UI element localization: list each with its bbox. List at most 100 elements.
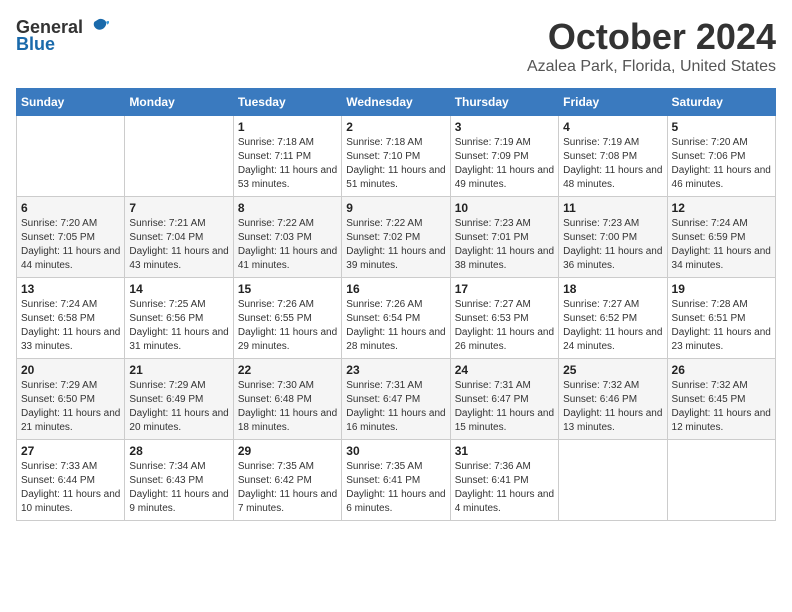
- day-info: Sunrise: 7:32 AMSunset: 6:45 PMDaylight:…: [672, 379, 771, 435]
- calendar-week: 6 Sunrise: 7:20 AMSunset: 7:05 PMDaylight…: [17, 197, 776, 278]
- calendar-cell: 18 Sunrise: 7:27 AMSunset: 6:52 PMDayligh…: [559, 278, 667, 359]
- day-info: Sunrise: 7:35 AMSunset: 6:41 PMDaylight:…: [346, 460, 445, 516]
- day-number: 26: [672, 363, 771, 377]
- day-info: Sunrise: 7:19 AMSunset: 7:08 PMDaylight:…: [563, 136, 662, 192]
- day-number: 14: [129, 282, 228, 296]
- day-info: Sunrise: 7:20 AMSunset: 7:05 PMDaylight:…: [21, 217, 120, 273]
- day-info: Sunrise: 7:27 AMSunset: 6:52 PMDaylight:…: [563, 298, 662, 354]
- day-number: 23: [346, 363, 445, 377]
- calendar-cell: 7 Sunrise: 7:21 AMSunset: 7:04 PMDaylight…: [125, 197, 233, 278]
- day-number: 10: [455, 201, 554, 215]
- day-info: Sunrise: 7:31 AMSunset: 6:47 PMDaylight:…: [455, 379, 554, 435]
- calendar-cell: 31 Sunrise: 7:36 AMSunset: 6:41 PMDayligh…: [450, 440, 558, 521]
- day-number: 31: [455, 444, 554, 458]
- day-info: Sunrise: 7:26 AMSunset: 6:54 PMDaylight:…: [346, 298, 445, 354]
- calendar: SundayMondayTuesdayWednesdayThursdayFrid…: [16, 88, 776, 521]
- calendar-cell: [17, 116, 125, 197]
- calendar-week: 27Sunrise: 7:33 AMSunset: 6:44 PMDayligh…: [17, 440, 776, 521]
- header-day: Friday: [559, 89, 667, 116]
- calendar-cell: 15 Sunrise: 7:26 AMSunset: 6:55 PMDayligh…: [233, 278, 341, 359]
- calendar-cell: 23 Sunrise: 7:31 AMSunset: 6:47 PMDayligh…: [342, 359, 450, 440]
- header-row: SundayMondayTuesdayWednesdayThursdayFrid…: [17, 89, 776, 116]
- calendar-cell: 10 Sunrise: 7:23 AMSunset: 7:01 PMDayligh…: [450, 197, 558, 278]
- day-info: Sunrise: 7:26 AMSunset: 6:55 PMDaylight:…: [238, 298, 337, 354]
- calendar-cell: 11 Sunrise: 7:23 AMSunset: 7:00 PMDayligh…: [559, 197, 667, 278]
- calendar-cell: 19 Sunrise: 7:28 AMSunset: 6:51 PMDayligh…: [667, 278, 775, 359]
- calendar-cell: 24Sunrise: 7:31 AMSunset: 6:47 PMDayligh…: [450, 359, 558, 440]
- calendar-cell: 4Sunrise: 7:19 AMSunset: 7:08 PMDaylight…: [559, 116, 667, 197]
- day-number: 5: [672, 120, 771, 134]
- calendar-cell: [559, 440, 667, 521]
- day-number: 7: [129, 201, 228, 215]
- calendar-cell: 28Sunrise: 7:34 AMSunset: 6:43 PMDayligh…: [125, 440, 233, 521]
- calendar-cell: 16 Sunrise: 7:26 AMSunset: 6:54 PMDayligh…: [342, 278, 450, 359]
- calendar-cell: 17 Sunrise: 7:27 AMSunset: 6:53 PMDayligh…: [450, 278, 558, 359]
- day-info: Sunrise: 7:24 AMSunset: 6:59 PMDaylight:…: [672, 217, 771, 273]
- day-info: Sunrise: 7:29 AMSunset: 6:49 PMDaylight:…: [129, 379, 228, 435]
- day-number: 21: [129, 363, 228, 377]
- calendar-cell: 6 Sunrise: 7:20 AMSunset: 7:05 PMDaylight…: [17, 197, 125, 278]
- day-info: Sunrise: 7:23 AMSunset: 7:01 PMDaylight:…: [455, 217, 554, 273]
- day-number: 2: [346, 120, 445, 134]
- calendar-body: 1 Sunrise: 7:18 AMSunset: 7:11 PMDaylight…: [17, 116, 776, 521]
- calendar-cell: 27Sunrise: 7:33 AMSunset: 6:44 PMDayligh…: [17, 440, 125, 521]
- day-number: 29: [238, 444, 337, 458]
- page-header: General Blue October 2024 Azalea Park, F…: [16, 16, 776, 76]
- day-number: 27: [21, 444, 120, 458]
- calendar-header: SundayMondayTuesdayWednesdayThursdayFrid…: [17, 89, 776, 116]
- day-number: 13: [21, 282, 120, 296]
- calendar-cell: 25 Sunrise: 7:32 AMSunset: 6:46 PMDayligh…: [559, 359, 667, 440]
- header-day: Tuesday: [233, 89, 341, 116]
- day-number: 25: [563, 363, 662, 377]
- calendar-cell: 20Sunrise: 7:29 AMSunset: 6:50 PMDayligh…: [17, 359, 125, 440]
- day-info: Sunrise: 7:36 AMSunset: 6:41 PMDaylight:…: [455, 460, 554, 516]
- calendar-cell: 22 Sunrise: 7:30 AMSunset: 6:48 PMDayligh…: [233, 359, 341, 440]
- calendar-week: 20Sunrise: 7:29 AMSunset: 6:50 PMDayligh…: [17, 359, 776, 440]
- logo-bird-icon: [87, 16, 109, 38]
- day-info: Sunrise: 7:29 AMSunset: 6:50 PMDaylight:…: [21, 379, 120, 435]
- day-number: 1: [238, 120, 337, 134]
- day-number: 11: [563, 201, 662, 215]
- day-info: Sunrise: 7:23 AMSunset: 7:00 PMDaylight:…: [563, 217, 662, 273]
- day-info: Sunrise: 7:22 AMSunset: 7:02 PMDaylight:…: [346, 217, 445, 273]
- calendar-cell: 26 Sunrise: 7:32 AMSunset: 6:45 PMDayligh…: [667, 359, 775, 440]
- day-number: 17: [455, 282, 554, 296]
- calendar-cell: 2Sunrise: 7:18 AMSunset: 7:10 PMDaylight…: [342, 116, 450, 197]
- day-info: Sunrise: 7:28 AMSunset: 6:51 PMDaylight:…: [672, 298, 771, 354]
- day-info: Sunrise: 7:35 AMSunset: 6:42 PMDaylight:…: [238, 460, 337, 516]
- day-number: 6: [21, 201, 120, 215]
- location: Azalea Park, Florida, United States: [527, 58, 776, 76]
- header-day: Wednesday: [342, 89, 450, 116]
- day-number: 12: [672, 201, 771, 215]
- day-number: 8: [238, 201, 337, 215]
- day-number: 16: [346, 282, 445, 296]
- calendar-cell: 12 Sunrise: 7:24 AMSunset: 6:59 PMDayligh…: [667, 197, 775, 278]
- day-info: Sunrise: 7:19 AMSunset: 7:09 PMDaylight:…: [455, 136, 554, 192]
- day-number: 18: [563, 282, 662, 296]
- calendar-cell: 3 Sunrise: 7:19 AMSunset: 7:09 PMDaylight…: [450, 116, 558, 197]
- day-info: Sunrise: 7:21 AMSunset: 7:04 PMDaylight:…: [129, 217, 228, 273]
- calendar-week: 1 Sunrise: 7:18 AMSunset: 7:11 PMDaylight…: [17, 116, 776, 197]
- day-info: Sunrise: 7:30 AMSunset: 6:48 PMDaylight:…: [238, 379, 337, 435]
- calendar-cell: [125, 116, 233, 197]
- header-day: Thursday: [450, 89, 558, 116]
- month-title: October 2024: [527, 16, 776, 58]
- logo-blue-text: Blue: [16, 34, 55, 55]
- calendar-cell: 29 Sunrise: 7:35 AMSunset: 6:42 PMDayligh…: [233, 440, 341, 521]
- day-number: 30: [346, 444, 445, 458]
- title-section: October 2024 Azalea Park, Florida, Unite…: [527, 16, 776, 76]
- calendar-cell: 5Sunrise: 7:20 AMSunset: 7:06 PMDaylight…: [667, 116, 775, 197]
- header-day: Sunday: [17, 89, 125, 116]
- calendar-cell: 14 Sunrise: 7:25 AMSunset: 6:56 PMDayligh…: [125, 278, 233, 359]
- day-info: Sunrise: 7:18 AMSunset: 7:11 PMDaylight:…: [238, 136, 337, 192]
- day-number: 15: [238, 282, 337, 296]
- calendar-cell: 9Sunrise: 7:22 AMSunset: 7:02 PMDaylight…: [342, 197, 450, 278]
- day-number: 22: [238, 363, 337, 377]
- day-number: 3: [455, 120, 554, 134]
- day-info: Sunrise: 7:32 AMSunset: 6:46 PMDaylight:…: [563, 379, 662, 435]
- day-info: Sunrise: 7:31 AMSunset: 6:47 PMDaylight:…: [346, 379, 445, 435]
- day-info: Sunrise: 7:27 AMSunset: 6:53 PMDaylight:…: [455, 298, 554, 354]
- day-info: Sunrise: 7:25 AMSunset: 6:56 PMDaylight:…: [129, 298, 228, 354]
- calendar-cell: 13Sunrise: 7:24 AMSunset: 6:58 PMDayligh…: [17, 278, 125, 359]
- day-number: 19: [672, 282, 771, 296]
